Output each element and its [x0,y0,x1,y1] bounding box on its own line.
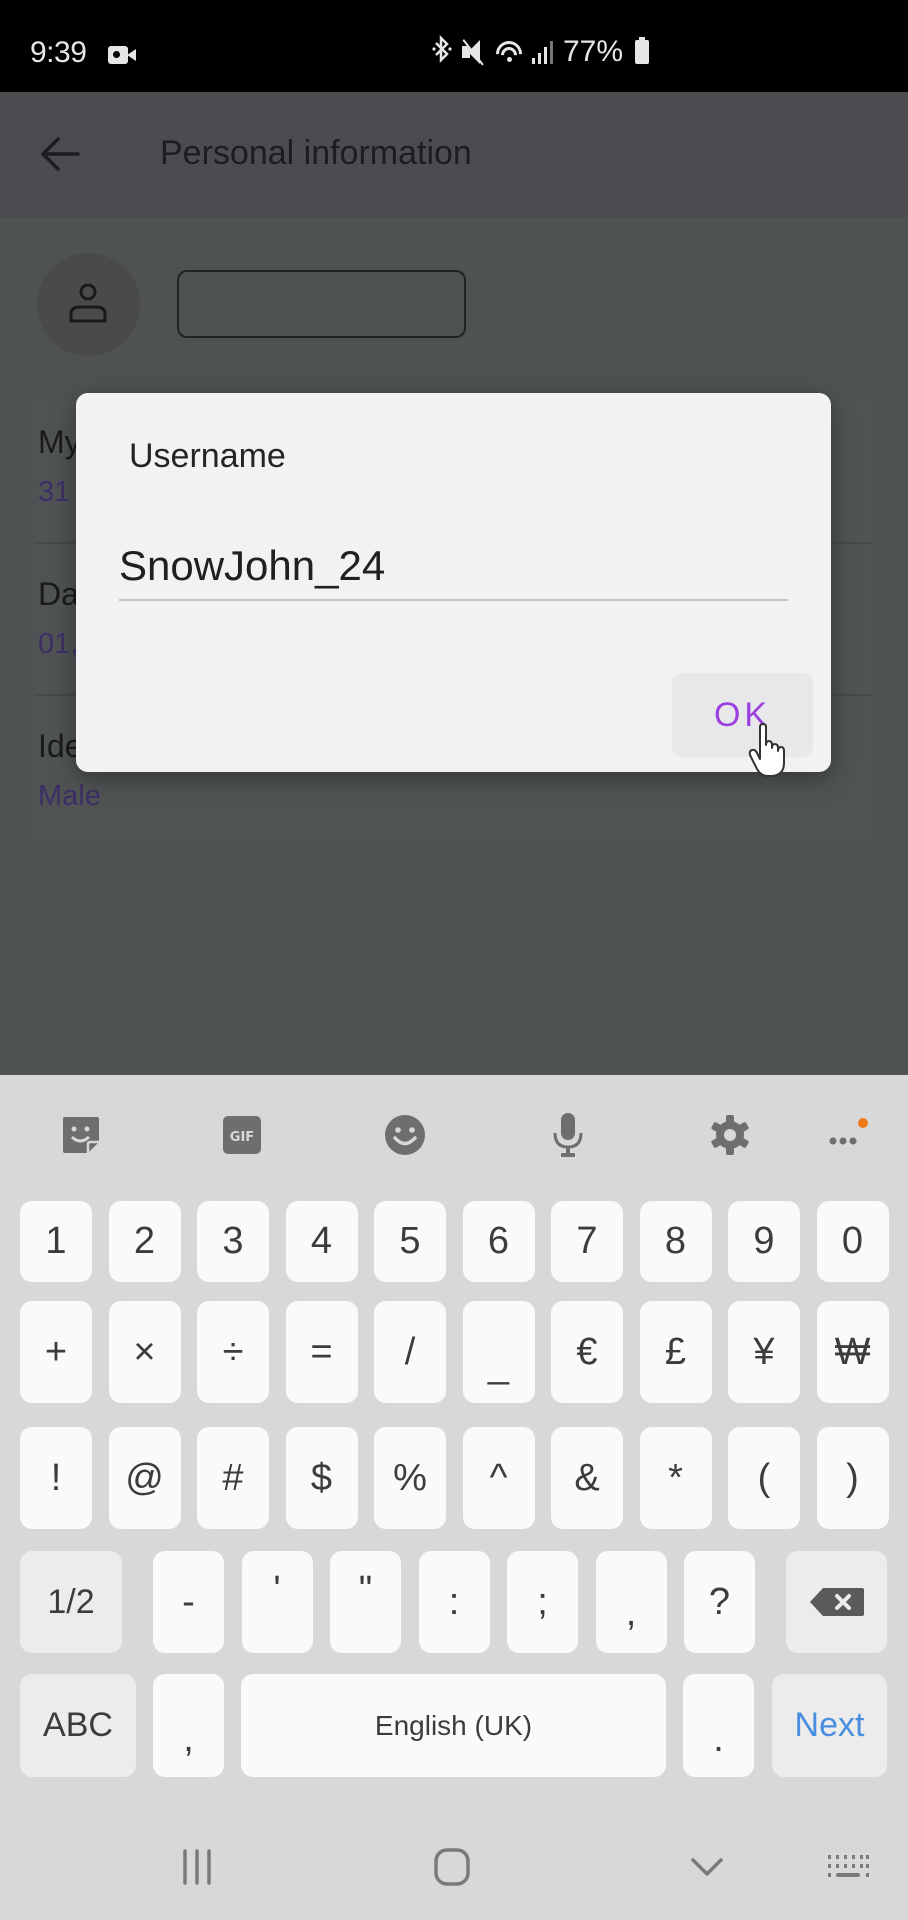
key-row4[interactable]: ' [241,1551,313,1653]
screen-record-icon [108,46,136,64]
key-row1[interactable]: 3 [197,1201,269,1282]
key-next[interactable]: Next [772,1674,887,1777]
keyboard-toolbar: GIF [0,1075,908,1185]
hide-keyboard-icon[interactable] [677,1845,737,1889]
back-arrow-icon[interactable] [36,130,84,178]
key-row1[interactable]: 7 [551,1201,623,1282]
key-row3[interactable]: # [197,1427,269,1529]
key-abc[interactable]: ABC [20,1674,136,1777]
key-backspace[interactable] [786,1551,887,1653]
avatar[interactable] [37,253,140,356]
home-icon[interactable] [422,1845,482,1889]
key-row2[interactable]: + [20,1301,92,1403]
key-comma[interactable]: , [153,1674,224,1777]
username-dialog: Username OK [76,393,831,777]
key-row2[interactable]: ¥ [728,1301,800,1403]
keyboard: GIF 1 2 3 4 5 6 7 8 9 0 + × ÷ = / _ € £ ¥ ₩! @ # $% ^ & *() 1/2 -… [0,1075,908,1803]
key-row2[interactable]: = [285,1301,358,1403]
key-row1[interactable]: 0 [816,1201,889,1282]
key-row1[interactable]: 6 [462,1201,535,1282]
person-icon [69,283,107,323]
key-row4[interactable]: - [153,1551,224,1653]
key-period[interactable]: . [683,1674,754,1777]
gif-icon[interactable]: GIF [218,1111,266,1159]
wifi-icon [494,39,524,65]
keyboard-switch-icon[interactable] [818,1845,878,1889]
list-item-value: 01, [38,628,79,660]
bluetooth-icon [432,34,452,70]
key-row4[interactable]: ? [684,1551,755,1653]
key-row4[interactable]: : [418,1551,490,1653]
key-row3[interactable]: ^ [462,1427,535,1529]
dialog-title: Username [129,437,286,475]
key-row1[interactable]: 9 [728,1201,800,1282]
emoji-icon[interactable] [381,1111,429,1159]
key-row2[interactable]: £ [639,1301,712,1403]
app-bar: Personal information [0,92,908,218]
key-row2[interactable]: / [374,1301,446,1403]
ok-button[interactable]: OK [672,673,813,757]
key-row1[interactable]: 1 [20,1201,92,1282]
status-time: 9:39 [30,36,87,69]
key-row1[interactable]: 4 [285,1201,358,1282]
key-row3[interactable]: ! [20,1427,92,1529]
key-row2[interactable]: × [108,1301,181,1403]
key-row1[interactable]: 2 [108,1201,181,1282]
key-row4[interactable]: , [595,1551,667,1653]
key-space[interactable]: English (UK) [241,1674,666,1777]
navigation-bar [0,1803,908,1920]
key-row3[interactable]: ( [728,1427,800,1529]
hand-cursor-icon [748,723,785,777]
list-item-label: Da [38,576,79,612]
key-row3[interactable]: * [639,1427,712,1529]
mute-icon [460,38,486,66]
microphone-icon[interactable] [544,1111,592,1159]
status-icons: 77% [432,34,650,70]
recent-apps-icon[interactable] [167,1845,227,1889]
key-row2[interactable]: € [551,1301,623,1403]
key-row3[interactable]: $ [285,1427,358,1529]
list-item-value: Male [38,780,101,812]
list-item-label: My [38,424,81,460]
key-row3[interactable]: & [551,1427,623,1529]
backspace-icon [809,1588,864,1616]
key-row4[interactable]: ; [507,1551,578,1653]
key-row1[interactable]: 5 [374,1201,446,1282]
page-title: Personal information [160,134,472,172]
key-row3[interactable]: % [374,1427,446,1529]
signal-icon [532,40,553,64]
key-row2[interactable]: ÷ [197,1301,269,1403]
name-field[interactable] [177,270,466,338]
key-row1[interactable]: 8 [639,1201,712,1282]
status-bar: 9:39 77% [0,0,908,92]
key-row3[interactable]: ) [816,1427,889,1529]
list-item-value: 31 [38,476,71,508]
battery-icon [635,37,650,64]
key-row3[interactable]: @ [108,1427,181,1529]
username-input[interactable] [119,533,788,601]
key-row2[interactable]: ₩ [816,1301,889,1403]
sticker-icon[interactable] [57,1111,105,1159]
more-icon[interactable] [823,1111,871,1159]
key-row2[interactable]: _ [462,1301,535,1403]
key-page-toggle[interactable]: 1/2 [20,1551,122,1653]
settings-icon[interactable] [706,1111,754,1159]
battery-percent: 77% [563,35,624,68]
key-row4[interactable]: " [330,1551,401,1653]
gif-label: GIF [230,1130,254,1145]
